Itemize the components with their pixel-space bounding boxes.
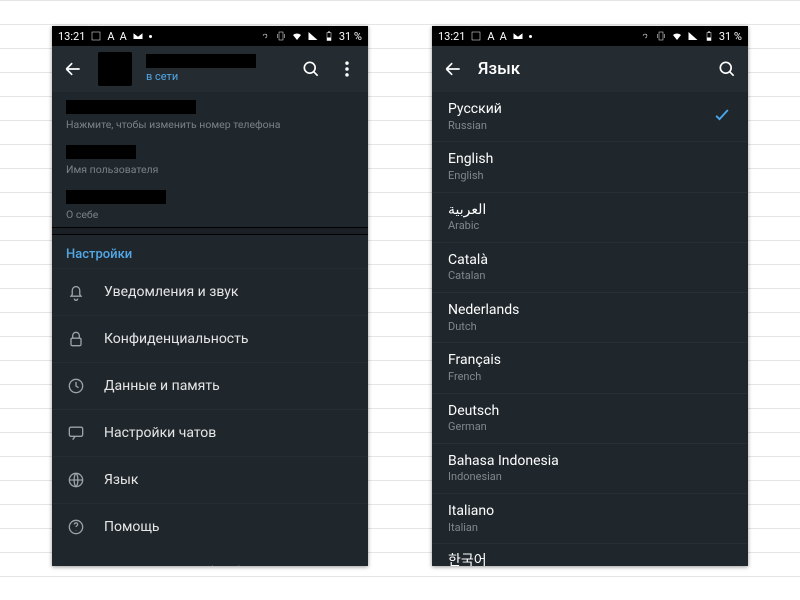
battery-text: 31 % [719, 30, 742, 43]
divider [52, 227, 368, 235]
version-footer: Telegram для Android v5.8.0 (1626) arm64… [52, 550, 368, 566]
username-hint: Имя пользователя [66, 163, 354, 176]
back-button[interactable] [442, 58, 464, 80]
settings-item-privacy[interactable]: Конфиденциальность [52, 315, 368, 362]
status-letter-icon: A [120, 30, 127, 43]
language-english: Catalan [448, 269, 488, 283]
phone-field[interactable]: Нажмите, чтобы изменить номер телефона [52, 92, 368, 137]
settings-item-label: Данные и память [104, 378, 220, 394]
settings-item-language[interactable]: Язык [52, 456, 368, 503]
phone-hint: Нажмите, чтобы изменить номер телефона [66, 118, 354, 131]
wifi-icon [671, 30, 683, 42]
status-time: 13:21 [58, 30, 85, 43]
back-button[interactable] [62, 58, 84, 80]
language-item[interactable]: EnglishEnglish [432, 142, 748, 192]
battery-icon [703, 30, 715, 42]
signal-icon [687, 30, 699, 42]
language-native: Deutsch [448, 403, 499, 421]
more-button[interactable] [336, 58, 358, 80]
language-item[interactable]: РусскийRussian [432, 92, 748, 142]
status-letter-icon: A [500, 30, 507, 43]
language-native: Bahasa Indonesia [448, 453, 559, 471]
language-native: العربية [448, 202, 486, 220]
battery-text: 31 % [339, 30, 362, 43]
more-icon [529, 35, 532, 38]
search-button[interactable] [716, 58, 738, 80]
vibrate-icon [655, 30, 667, 42]
language-item[interactable]: DeutschGerman [432, 394, 748, 444]
status-bar: 13:21 A A 31 % [432, 26, 748, 46]
status-time: 13:21 [438, 30, 465, 43]
mail-icon [132, 30, 144, 42]
language-item[interactable]: العربيةArabic [432, 193, 748, 243]
language-english: Indonesian [448, 470, 559, 484]
language-item[interactable]: NederlandsDutch [432, 293, 748, 343]
app-bar: Язык [432, 46, 748, 92]
status-bar: 13:21 A A 31 % [52, 26, 368, 46]
settings-item-label: Язык [104, 472, 138, 488]
language-list[interactable]: РусскийRussianEnglishEnglishالعربيةArabi… [432, 92, 748, 566]
chat-icon [66, 423, 86, 443]
settings-item-label: Настройки чатов [104, 425, 216, 441]
settings-item-chats[interactable]: Настройки чатов [52, 409, 368, 456]
settings-scroll[interactable]: Нажмите, чтобы изменить номер телефона И… [52, 92, 368, 566]
wifi-icon [291, 30, 303, 42]
language-native: 한국어 [448, 553, 487, 566]
phone-language: 13:21 A A 31 % Язык РусскийRussianEnglis… [432, 26, 748, 566]
language-native: Italiano [448, 503, 494, 521]
language-native: English [448, 151, 493, 169]
page-title: Язык [478, 59, 520, 79]
language-english: French [448, 370, 501, 384]
language-english: Dutch [448, 320, 519, 334]
help-icon [66, 517, 86, 537]
section-header: Настройки [52, 235, 368, 268]
settings-item-help[interactable]: Помощь [52, 503, 368, 550]
app-bar: в сети [52, 46, 368, 92]
settings-item-label: Помощь [104, 519, 160, 535]
avatar[interactable] [98, 52, 132, 86]
bio-hint: О себе [66, 208, 354, 221]
language-item[interactable]: FrançaisFrench [432, 343, 748, 393]
language-item[interactable]: 한국어Korean [432, 544, 748, 566]
language-native: Русский [448, 101, 502, 119]
status-letter-icon: A [487, 30, 494, 43]
app-icon [470, 30, 482, 42]
mail-icon [512, 30, 524, 42]
phone-settings: 13:21 A A 31 % в сети [52, 26, 368, 566]
username-field[interactable]: Имя пользователя [52, 137, 368, 182]
user-name-redacted [146, 54, 256, 68]
language-item[interactable]: ItalianoItalian [432, 494, 748, 544]
signal-icon [307, 30, 319, 42]
settings-item-label: Уведомления и звук [104, 284, 238, 300]
status-letter-icon: A [107, 30, 114, 43]
link-icon [259, 30, 271, 42]
bio-field[interactable]: О себе [52, 182, 368, 227]
language-english: Italian [448, 521, 494, 535]
language-english: Russian [448, 119, 502, 133]
check-icon [712, 105, 732, 129]
language-english: English [448, 169, 493, 183]
settings-item-notifications[interactable]: Уведомления и звук [52, 268, 368, 315]
language-native: Nederlands [448, 302, 519, 320]
language-native: Català [448, 252, 488, 270]
vibrate-icon [275, 30, 287, 42]
search-button[interactable] [300, 58, 322, 80]
online-status: в сети [146, 71, 256, 83]
language-native: Français [448, 352, 501, 370]
title-column: в сети [146, 54, 256, 83]
language-item[interactable]: CatalàCatalan [432, 243, 748, 293]
language-english: German [448, 420, 499, 434]
data-icon [66, 376, 86, 396]
settings-item-data[interactable]: Данные и память [52, 362, 368, 409]
language-english: Arabic [448, 219, 486, 233]
battery-icon [323, 30, 335, 42]
globe-icon [66, 470, 86, 490]
link-icon [639, 30, 651, 42]
bell-icon [66, 282, 86, 302]
settings-item-label: Конфиденциальность [104, 331, 248, 347]
app-icon [90, 30, 102, 42]
more-icon [149, 35, 152, 38]
lock-icon [66, 329, 86, 349]
language-item[interactable]: Bahasa IndonesiaIndonesian [432, 444, 748, 494]
